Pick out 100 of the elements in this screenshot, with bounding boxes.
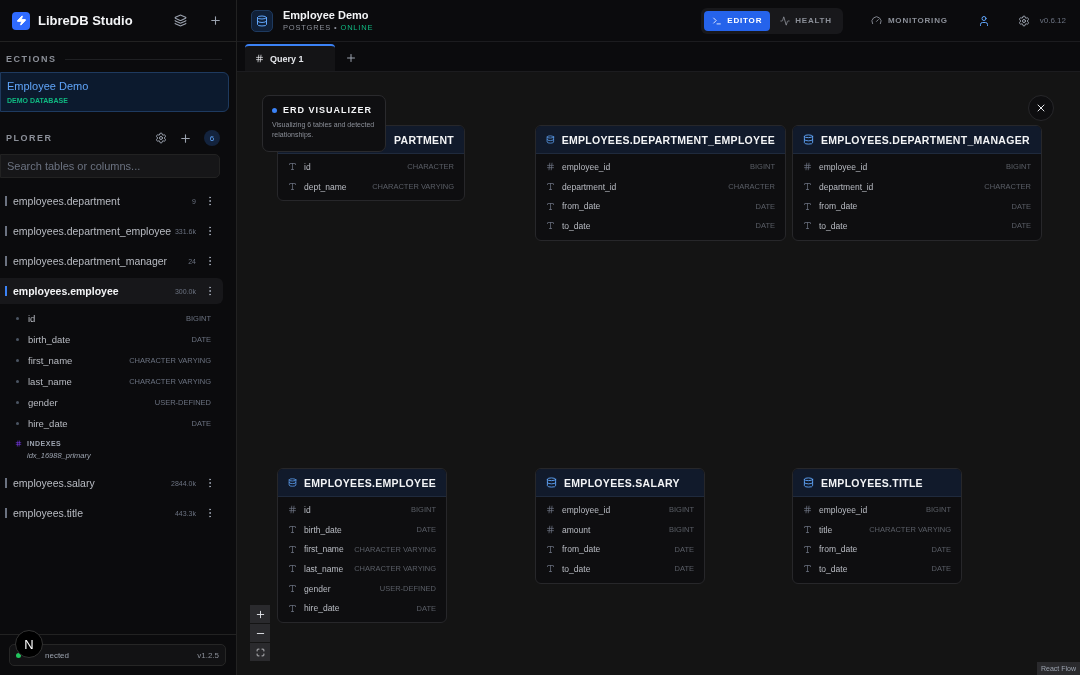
user-icon[interactable] — [977, 14, 990, 27]
hash-icon — [803, 505, 812, 515]
node-title: EMPLOYEES.EMPLOYEE — [304, 476, 436, 489]
column-name: last_name — [28, 376, 73, 387]
mode-tab[interactable]: HEALTH — [772, 10, 840, 31]
node-title: PARTMENT — [394, 133, 454, 146]
column-name: department_id — [562, 181, 618, 192]
column-name: to_date — [819, 220, 849, 231]
text-type-icon — [803, 182, 812, 192]
layers-icon[interactable] — [174, 14, 187, 27]
column-name: title — [819, 524, 834, 535]
column-name: amount — [562, 524, 592, 535]
text-type-icon — [803, 201, 812, 211]
mode-tab[interactable]: EDITOR — [704, 10, 771, 31]
database-icon — [803, 477, 814, 488]
connection-name: Employee Demo — [7, 80, 90, 92]
hash-icon — [546, 505, 555, 515]
terminal-icon — [712, 15, 723, 26]
column-name: from_date — [562, 544, 602, 555]
database-icon — [546, 477, 557, 488]
app-logo — [12, 11, 30, 30]
zoom-in-button[interactable] — [250, 605, 270, 623]
text-type-icon — [288, 182, 297, 192]
app-name: LibreDB Studio — [38, 13, 134, 28]
search-field[interactable]: Search tables or columns... — [0, 154, 220, 178]
column-name: last_name — [304, 563, 345, 574]
table-count: 6 — [204, 130, 220, 146]
column-name: from_date — [562, 201, 602, 212]
add-icon[interactable] — [209, 14, 222, 27]
text-type-icon — [546, 182, 555, 192]
hash-icon — [546, 162, 555, 172]
text-type-icon — [803, 564, 812, 574]
node-title: EMPLOYEES.DEPARTMENT_EMPLOYEE — [561, 133, 775, 146]
pulse-icon — [780, 15, 791, 26]
column-name: id — [304, 161, 312, 172]
text-type-icon — [288, 162, 297, 172]
column-name: employee_id — [819, 161, 869, 172]
add-icon[interactable] — [179, 131, 192, 145]
dev-badge[interactable]: N — [15, 630, 43, 658]
text-type-icon — [546, 544, 555, 554]
column-name: id — [304, 504, 312, 515]
column-name: department_id — [819, 181, 875, 192]
fit-view-button[interactable] — [250, 643, 270, 661]
hash-icon — [803, 162, 812, 172]
text-type-icon — [288, 544, 297, 554]
column-name: from_date — [819, 201, 859, 212]
monitoring-button[interactable]: MONITORING — [864, 14, 954, 27]
column-name: gender — [304, 583, 332, 594]
popup-title: ERD VISUALIZER — [283, 105, 372, 115]
text-type-icon — [288, 564, 297, 574]
plus-icon — [254, 608, 266, 620]
query-tab[interactable]: Query 1 — [245, 44, 335, 71]
text-type-icon — [288, 525, 297, 535]
column-name: to_date — [562, 220, 592, 231]
column-name: employee_id — [562, 161, 612, 172]
version-label: v1.2.5 — [197, 650, 219, 660]
text-type-icon — [546, 564, 555, 574]
close-icon — [1035, 102, 1047, 114]
column-name: gender — [28, 397, 59, 408]
column-name: birth_date — [304, 524, 343, 535]
section-title: ECTIONS — [6, 54, 57, 64]
column-name: to_date — [562, 563, 592, 574]
text-type-icon — [288, 603, 297, 613]
section-title: PLORER — [6, 133, 54, 143]
text-type-icon — [803, 525, 812, 535]
status-text: nected — [44, 650, 71, 660]
text-type-icon — [546, 201, 555, 211]
column-name: employee_id — [819, 504, 869, 515]
column-name: from_date — [819, 544, 859, 555]
hash-icon — [255, 54, 264, 63]
hash-icon — [15, 440, 22, 447]
column-name: birth_date — [28, 334, 72, 345]
add-icon[interactable] — [345, 52, 357, 64]
column-name: to_date — [819, 563, 849, 574]
fit-view-icon — [255, 647, 265, 657]
settings-icon[interactable] — [155, 132, 167, 144]
hash-icon — [288, 505, 297, 515]
settings-icon[interactable] — [1017, 14, 1030, 27]
column-name: hire_date — [28, 418, 69, 429]
database-icon — [803, 134, 814, 145]
node-title: EMPLOYEES.SALARY — [564, 476, 680, 489]
text-type-icon — [803, 544, 812, 554]
version-label: v0.6.12 — [1039, 16, 1066, 25]
database-icon — [288, 477, 297, 488]
database-icon — [546, 134, 555, 145]
node-title: EMPLOYEES.DEPARTMENT_MANAGER — [821, 133, 1030, 146]
text-type-icon — [803, 221, 812, 231]
text-type-icon — [288, 584, 297, 594]
column-name: first_name — [28, 355, 74, 366]
text-type-icon — [546, 221, 555, 231]
column-name: employee_id — [562, 504, 612, 515]
database-icon — [251, 9, 273, 32]
column-name: hire_date — [304, 603, 341, 614]
database-title: Employee Demo — [283, 9, 370, 21]
node-title: EMPLOYEES.TITLE — [821, 476, 923, 489]
column-name: first_name — [304, 544, 345, 555]
column-name: dept_name — [304, 181, 348, 192]
column-name: id — [28, 313, 37, 324]
gauge-icon — [870, 15, 882, 26]
hash-icon — [546, 525, 555, 535]
